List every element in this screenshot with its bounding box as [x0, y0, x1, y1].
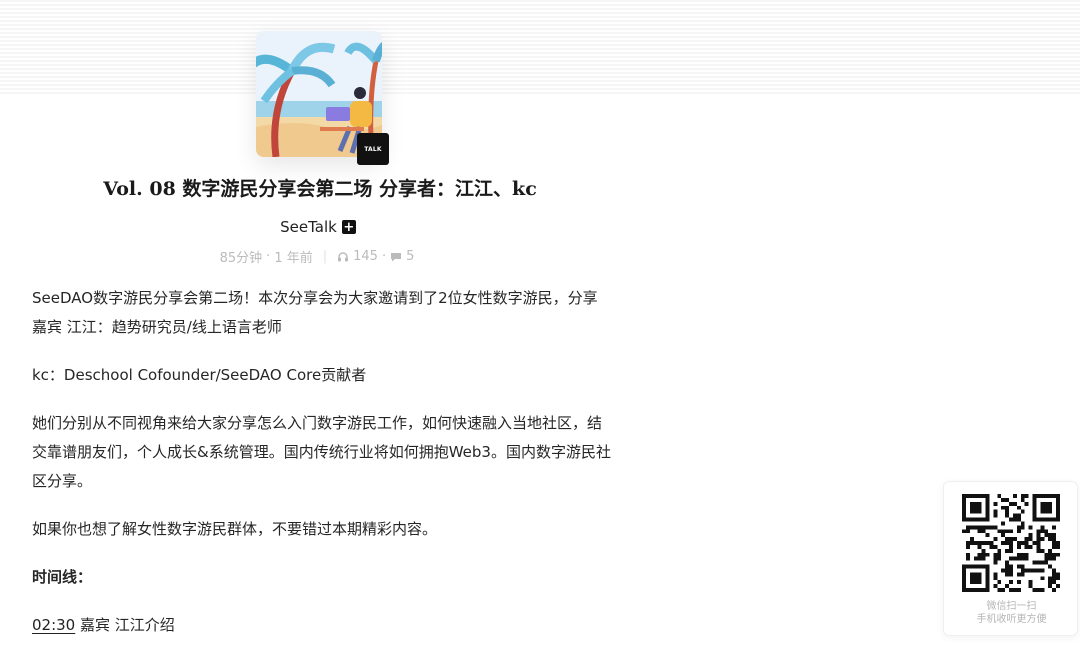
timeline-item: 02:30 嘉宾 江江介绍 [32, 611, 612, 640]
qr-caption-line: 手机收听更方便 [976, 614, 1047, 625]
description-paragraph: 如果你也想了解女性数字游民群体，不要错过本期精彩内容。 [32, 520, 438, 538]
play-count: 145 [353, 249, 378, 264]
episode-published-time: 1 年前 [274, 251, 313, 266]
episode-meta: 85分钟 · 1 年前 | 145 · 5 [0, 247, 634, 266]
comment-count: 5 [406, 249, 415, 264]
meta-dot: · [381, 249, 387, 264]
podcast-logo-text: TALK [364, 145, 382, 153]
description-paragraph: 她们分别从不同视角来给大家分享怎么入门数字游民工作，如何快速融入当地社区，结交靠… [32, 414, 611, 490]
podcast-logo-badge: TALK [357, 133, 389, 165]
episode-duration: 85分钟 [219, 251, 263, 266]
timeline-heading: 时间线： [32, 568, 93, 586]
subscribe-button[interactable]: + [341, 220, 356, 234]
qr-caption: 微信扫一扫 手机收听更方便 [944, 600, 1079, 626]
headphones-icon [337, 251, 349, 263]
timeline-item-text: 嘉宾 江江介绍 [75, 616, 175, 634]
description-paragraph: SeeDAO数字游民分享会第二场！本次分享会为大家邀请到了2位女性数字游民，分享… [32, 289, 598, 336]
episode-description: SeeDAO数字游民分享会第二场！本次分享会为大家邀请到了2位女性数字游民，分享… [32, 284, 612, 645]
qr-code-image [962, 494, 1060, 592]
timeline-timestamp-link[interactable]: 02:30 [32, 616, 75, 634]
episode-title: Vol. 08 数字游民分享会第二场 分享者：江江、kc [103, 178, 537, 200]
podcast-info: SeeTalk + [0, 218, 636, 236]
comment-icon [390, 251, 402, 263]
meta-divider: | [322, 249, 328, 264]
header-background [0, 0, 1080, 95]
description-paragraph: kc：Deschool Cofounder/SeeDAO Core贡献者 [32, 366, 367, 384]
podcast-name-link[interactable]: SeeTalk [280, 218, 337, 236]
meta-dot: · [266, 249, 271, 264]
qr-caption-line: 微信扫一扫 [986, 601, 1037, 612]
qr-code-panel: 微信扫一扫 手机收听更方便 [943, 481, 1078, 636]
